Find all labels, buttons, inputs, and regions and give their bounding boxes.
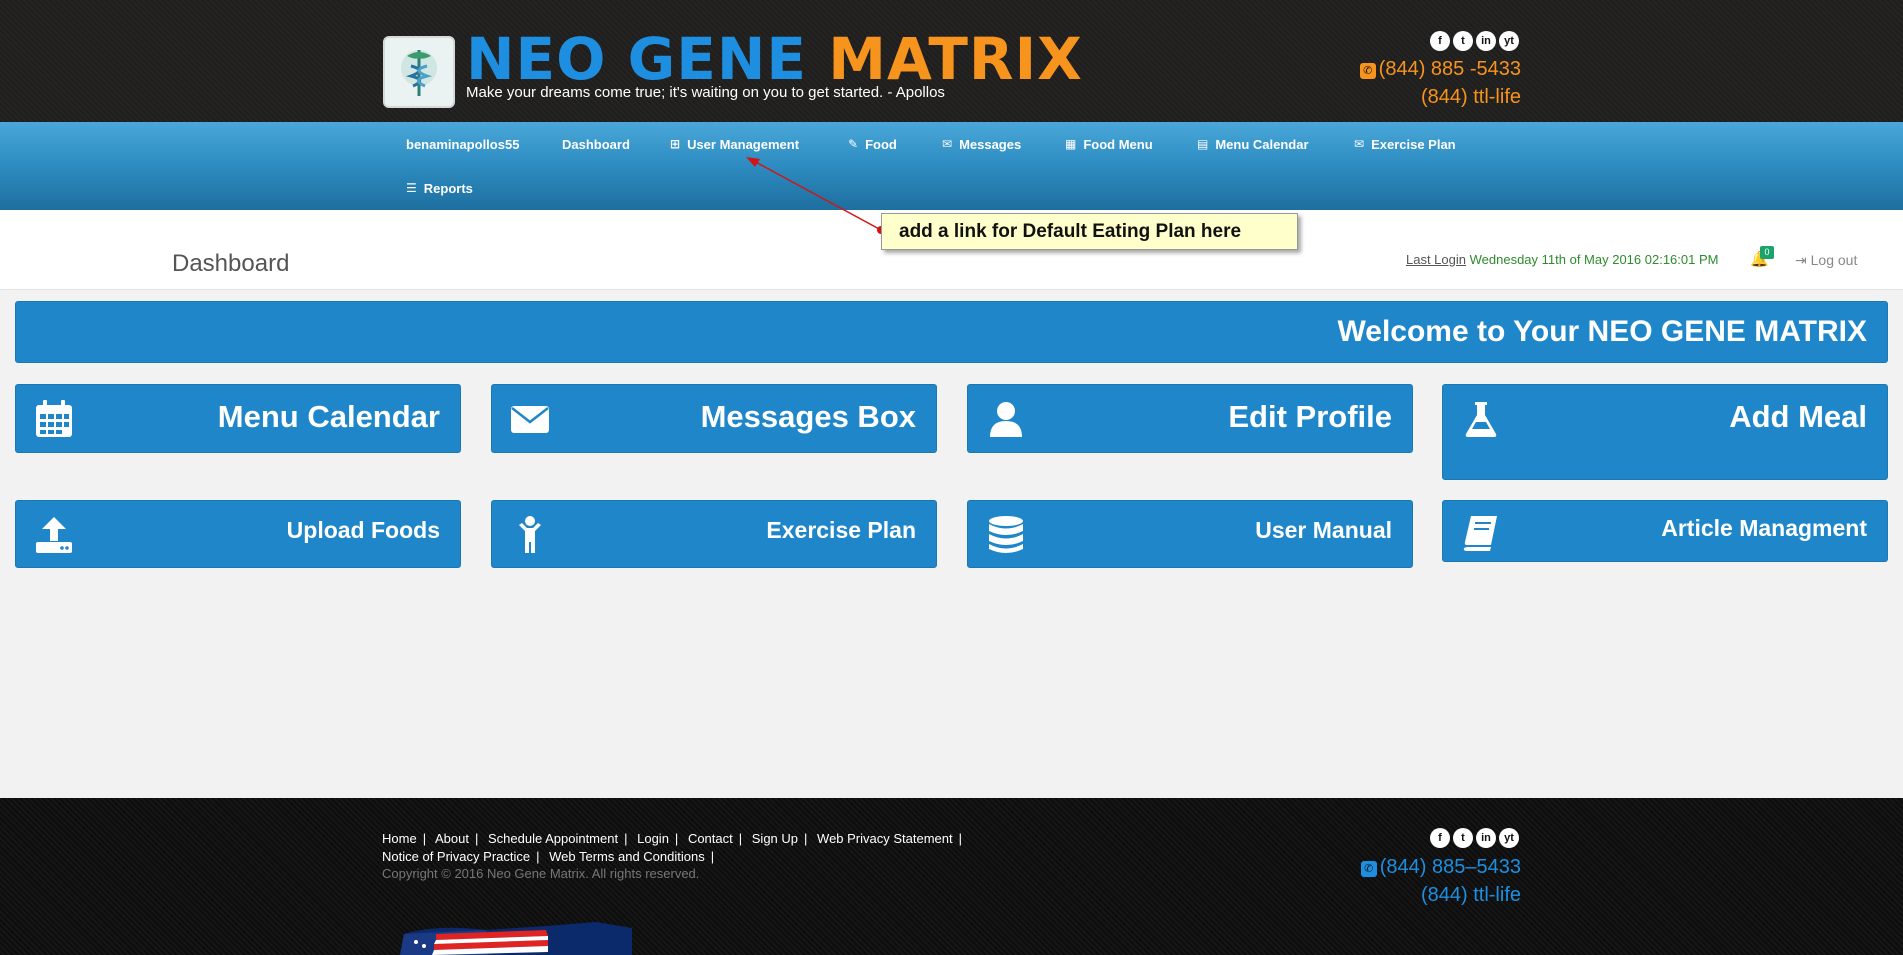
facebook-icon[interactable]: f xyxy=(1430,31,1450,51)
tile-exercise-plan[interactable]: Exercise Plan xyxy=(491,500,937,568)
footer-social-links: f t in yt xyxy=(1430,828,1519,848)
brand-name-part1: NEO GENE xyxy=(466,25,808,93)
header-phone-1[interactable]: ✆ (844) 885 -5433 xyxy=(1359,58,1521,81)
footer-link-about[interactable]: About xyxy=(435,831,469,846)
last-login-value: Wednesday 11th of May 2016 02:16:01 PM xyxy=(1469,252,1719,267)
annotation-callout: add a link for Default Eating Plan here xyxy=(881,213,1298,250)
footer-phone-2[interactable]: (844) ttl-life xyxy=(1421,884,1521,907)
tile-edit-profile-label: Edit Profile xyxy=(1228,399,1392,434)
header-phone-1-text: (844) 885 -5433 xyxy=(1378,58,1521,80)
notification-badge: 0 xyxy=(1760,246,1774,259)
twitter-icon[interactable]: t xyxy=(1453,31,1473,51)
table-icon: ▦ xyxy=(1065,137,1077,151)
footer-link-terms[interactable]: Web Terms and Conditions xyxy=(549,849,705,864)
flask-icon xyxy=(1465,402,1497,437)
sitemap-icon: ⊞ xyxy=(670,137,681,151)
footer-link-contact[interactable]: Contact xyxy=(688,831,733,846)
caduceus-logo-icon xyxy=(401,50,437,96)
footer-link-home[interactable]: Home xyxy=(382,831,417,846)
footer: Home | About | Schedule Appointment | Login… xyxy=(0,798,1903,955)
database-icon xyxy=(989,516,1023,553)
nav-user-management-label: User Management xyxy=(687,136,800,152)
nav-dashboard[interactable]: Dashboard xyxy=(562,134,630,154)
logout-label: Log out xyxy=(1810,252,1858,268)
footer-link-privacy-statement[interactable]: Web Privacy Statement xyxy=(817,831,953,846)
nav-exercise-plan-label: Exercise Plan xyxy=(1371,136,1456,152)
copyright: Copyright © 2016 Neo Gene Matrix. All ri… xyxy=(382,866,700,881)
tile-edit-profile[interactable]: Edit Profile xyxy=(967,384,1413,453)
linkedin-icon[interactable]: in xyxy=(1476,31,1496,51)
nav-menu-calendar-label: Menu Calendar xyxy=(1215,136,1309,152)
twitter-icon[interactable]: t xyxy=(1453,828,1473,848)
youtube-icon[interactable]: yt xyxy=(1499,828,1519,848)
footer-phone-1-text: (844) 885–5433 xyxy=(1379,856,1521,878)
nav-food-label: Food xyxy=(865,136,897,152)
nav-food-menu-label: Food Menu xyxy=(1083,136,1153,152)
tile-exercise-plan-label: Exercise Plan xyxy=(766,517,916,543)
logout-button[interactable]: ⇥ Log out xyxy=(1795,252,1857,269)
nav-messages-label: Messages xyxy=(959,136,1022,152)
nav-dashboard-label: Dashboard xyxy=(562,136,630,152)
nav-messages[interactable]: ✉ Messages xyxy=(942,134,1021,154)
footer-link-login[interactable]: Login xyxy=(637,831,669,846)
footer-link-schedule[interactable]: Schedule Appointment xyxy=(488,831,618,846)
logo[interactable] xyxy=(383,36,455,108)
edit-icon: ✎ xyxy=(848,137,859,151)
tile-user-manual[interactable]: User Manual xyxy=(967,500,1413,568)
linkedin-icon[interactable]: in xyxy=(1476,828,1496,848)
footer-links: Home | About | Schedule Appointment | Login… xyxy=(382,831,963,864)
tile-menu-calendar[interactable]: Menu Calendar xyxy=(15,384,461,453)
upload-icon xyxy=(36,517,72,553)
envelope-icon xyxy=(511,406,549,433)
header-phone-2[interactable]: (844) ttl-life xyxy=(1421,86,1521,109)
nav-menu-calendar[interactable]: ▤ Menu Calendar xyxy=(1197,134,1309,154)
brand-name[interactable]: NEO GENE MATRIX xyxy=(466,28,1083,90)
flag-map-image xyxy=(400,922,632,955)
tagline: Make your dreams come true; it's waiting… xyxy=(466,84,945,101)
youtube-icon[interactable]: yt xyxy=(1499,31,1519,51)
tile-article-management[interactable]: Article Managment xyxy=(1442,500,1888,562)
sliders-icon: ☰ xyxy=(406,181,417,195)
tile-article-management-label: Article Managment xyxy=(1661,515,1867,541)
user-icon xyxy=(990,402,1022,437)
tile-upload-foods-label: Upload Foods xyxy=(286,517,440,543)
book-icon xyxy=(1463,516,1497,551)
header-social-links: f t in yt xyxy=(1430,31,1519,51)
footer-link-privacy-practice[interactable]: Notice of Privacy Practice xyxy=(382,849,530,864)
footer-phone-1[interactable]: ✆ (844) 885–5433 xyxy=(1360,856,1521,879)
tile-user-manual-label: User Manual xyxy=(1255,517,1392,543)
last-login-label[interactable]: Last Login xyxy=(1406,252,1466,267)
calendar-icon: ▤ xyxy=(1197,137,1209,151)
nav-username[interactable]: benaminapollos55 xyxy=(406,134,519,154)
nav-username-label: benaminapollos55 xyxy=(406,136,520,152)
calendar-icon xyxy=(36,400,72,437)
tile-messages-box-label: Messages Box xyxy=(700,399,916,434)
nav-user-management[interactable]: ⊞ User Management xyxy=(670,134,799,154)
top-header: NEO GENE MATRIX Make your dreams come tr… xyxy=(0,0,1903,122)
envelope-icon: ✉ xyxy=(1354,137,1365,151)
tile-add-meal-label: Add Meal xyxy=(1729,399,1867,434)
tile-upload-foods[interactable]: Upload Foods xyxy=(15,500,461,568)
child-icon xyxy=(519,516,541,553)
tile-messages-box[interactable]: Messages Box xyxy=(491,384,937,453)
last-login: Last Login Wednesday 11th of May 2016 02… xyxy=(1406,252,1718,267)
phone-icon: ✆ xyxy=(1360,861,1377,877)
nav-reports[interactable]: ☰ Reports xyxy=(406,178,473,198)
facebook-icon[interactable]: f xyxy=(1430,828,1450,848)
logout-icon: ⇥ xyxy=(1795,252,1807,268)
brand-name-part2: MATRIX xyxy=(828,25,1083,93)
tile-add-meal[interactable]: Add Meal xyxy=(1442,384,1888,480)
main-nav: benaminapollos55 Dashboard ⊞ User Manage… xyxy=(0,122,1903,210)
tile-menu-calendar-label: Menu Calendar xyxy=(217,399,440,434)
nav-exercise-plan[interactable]: ✉ Exercise Plan xyxy=(1354,134,1456,154)
nav-reports-label: Reports xyxy=(423,180,473,196)
nav-food[interactable]: ✎ Food xyxy=(848,134,897,154)
footer-link-signup[interactable]: Sign Up xyxy=(752,831,798,846)
welcome-banner: Welcome to Your NEO GENE MATRIX xyxy=(15,301,1888,363)
phone-icon: ✆ xyxy=(1359,63,1376,79)
nav-food-menu[interactable]: ▦ Food Menu xyxy=(1065,134,1153,154)
page-title: Dashboard xyxy=(172,250,290,277)
envelope-icon: ✉ xyxy=(942,137,953,151)
